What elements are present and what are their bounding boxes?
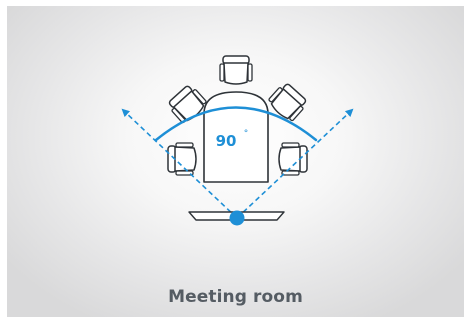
chair-icon bbox=[219, 55, 253, 85]
chair-icon bbox=[265, 80, 310, 125]
degree-symbol: ° bbox=[244, 129, 249, 139]
meeting-room-diagram: 90 ° bbox=[121, 55, 354, 226]
caption: Meeting room bbox=[168, 287, 303, 307]
chair-icon bbox=[278, 142, 308, 176]
angle-label: 90 bbox=[216, 132, 237, 150]
meeting-room-figure: 90 ° Meeting room bbox=[0, 0, 471, 324]
camera-icon bbox=[229, 210, 245, 226]
chair-icon bbox=[167, 142, 197, 176]
